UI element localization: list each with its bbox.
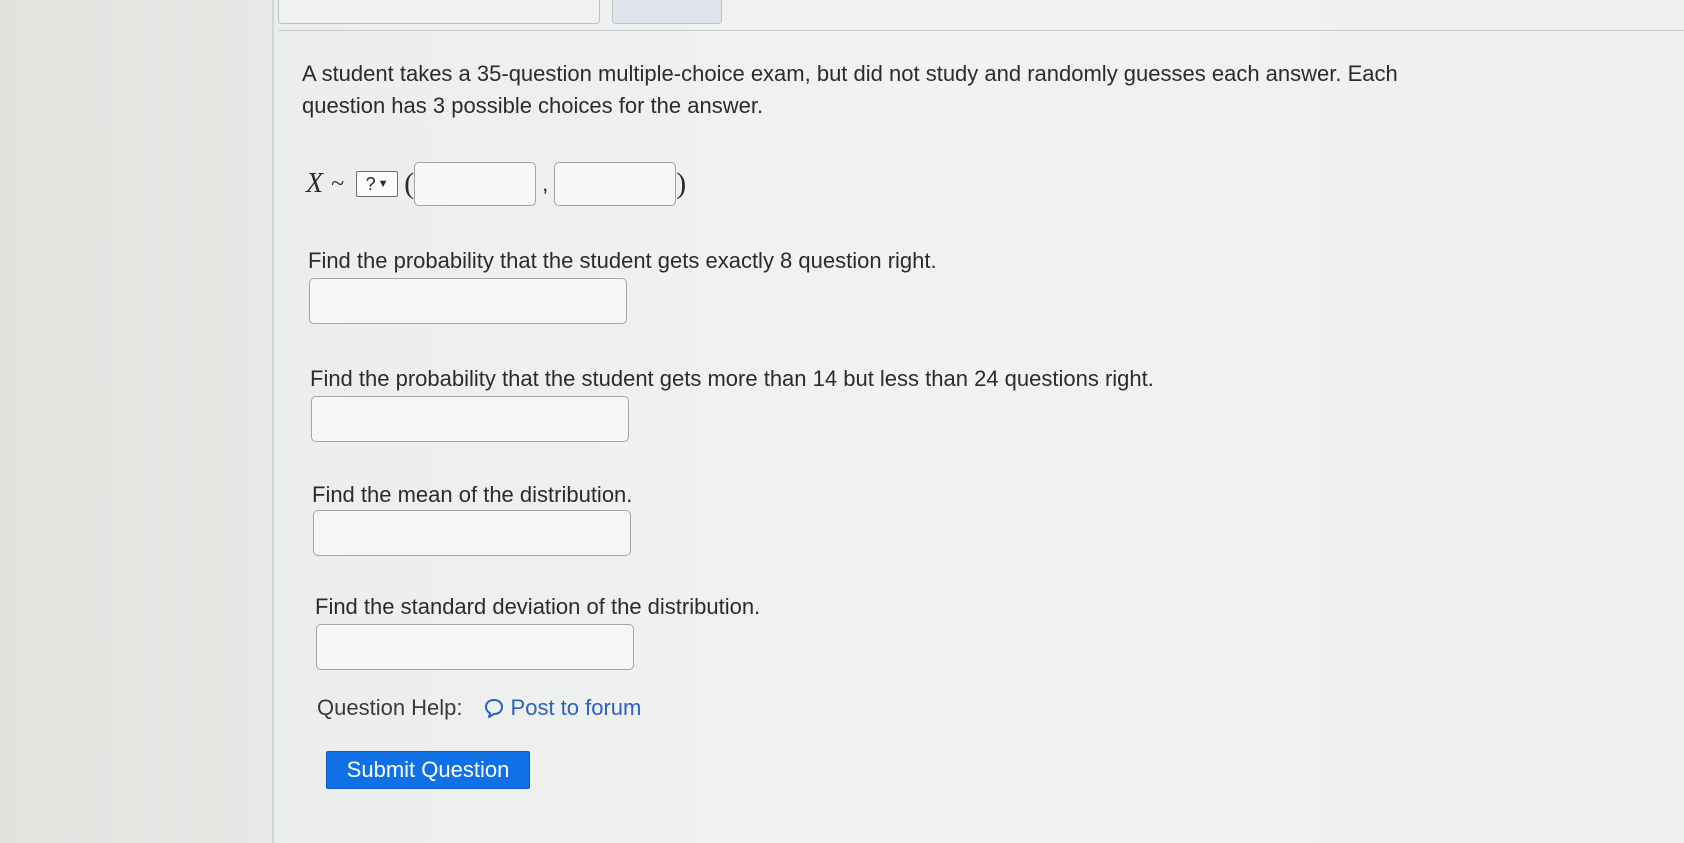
distribution-select-value: ?: [365, 173, 376, 194]
answer-exactly-8-input[interactable]: [309, 278, 627, 324]
tilde-symbol: ~: [331, 170, 345, 197]
random-variable: X: [306, 168, 324, 199]
top-tab-secondary[interactable]: [612, 0, 722, 24]
speech-bubble-icon: [484, 699, 503, 718]
page: A student takes a 35-question multiple-c…: [0, 0, 1684, 843]
answer-between-14-24-input[interactable]: [311, 396, 629, 442]
problem-prompt: A student takes a 35-question multiple-c…: [302, 61, 1398, 118]
left-gutter: [0, 0, 274, 843]
question-help-label: Question Help:: [317, 695, 463, 720]
open-paren: (: [404, 167, 415, 200]
question-between-14-24: Find the probability that the student ge…: [310, 366, 1154, 391]
answer-std-dev-input[interactable]: [316, 624, 634, 670]
answer-mean-input[interactable]: [313, 510, 631, 556]
submit-question-button[interactable]: Submit Question: [326, 751, 530, 789]
param-separator: ,: [542, 171, 549, 196]
post-to-forum-label: Post to forum: [510, 695, 642, 720]
question-std-dev: Find the standard deviation of the distr…: [315, 594, 761, 619]
close-paren: ): [676, 167, 687, 200]
chevron-down-icon: ▼: [377, 178, 389, 190]
distribution-select[interactable]: ? ▼: [356, 171, 399, 197]
distribution-row: X ~ ? ▼ ( , ): [306, 160, 686, 208]
question-mean: Find the mean of the distribution.: [312, 482, 633, 507]
post-to-forum-link[interactable]: Post to forum: [483, 695, 642, 721]
question-exactly-8: Find the probability that the student ge…: [308, 248, 937, 273]
question-help-row: Question Help: Post to forum: [317, 695, 641, 721]
top-tab-question[interactable]: [278, 0, 600, 24]
distribution-param-p-input[interactable]: [554, 162, 677, 206]
top-divider: [278, 30, 1684, 31]
distribution-param-n-input[interactable]: [414, 162, 537, 206]
